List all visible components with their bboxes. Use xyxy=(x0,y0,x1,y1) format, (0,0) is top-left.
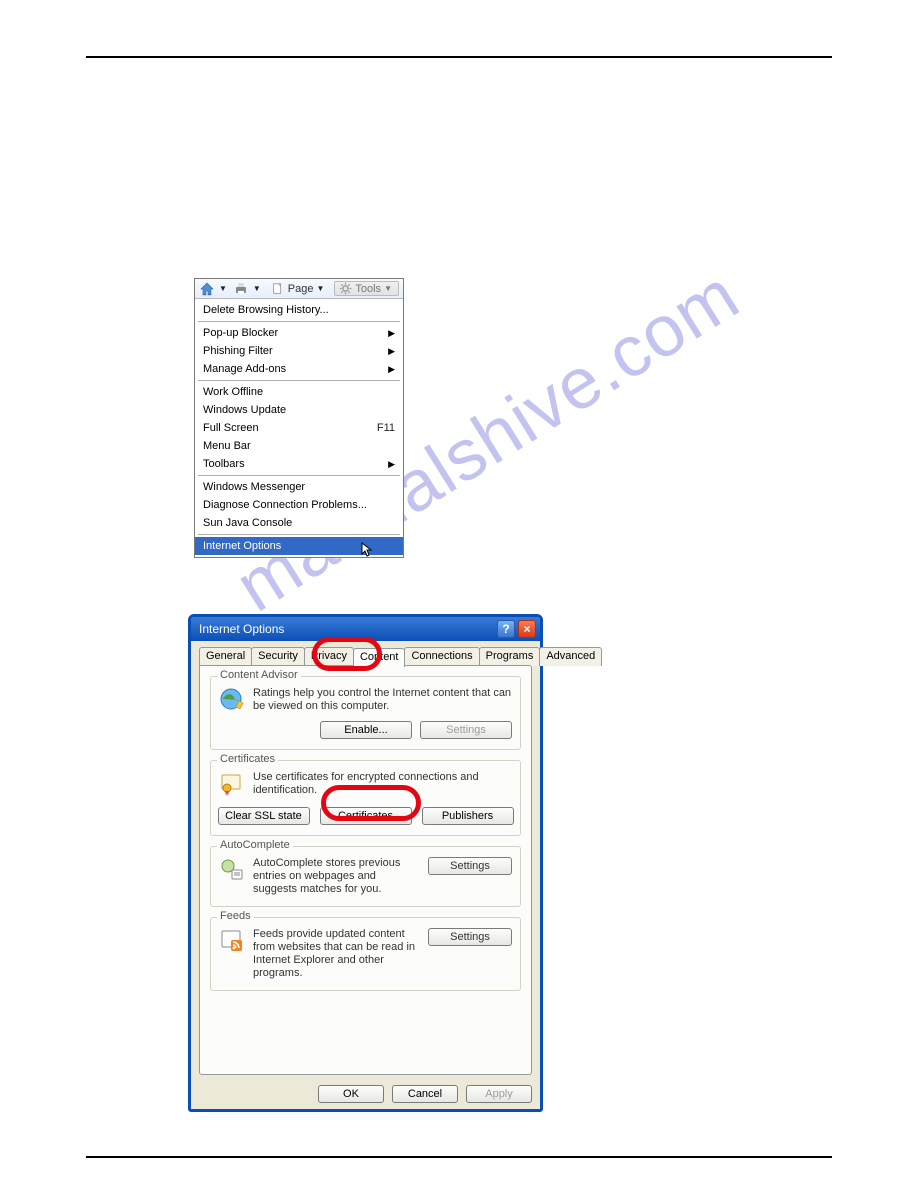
menu-item[interactable]: Diagnose Connection Problems... xyxy=(195,496,403,514)
menu-item[interactable]: Phishing Filter ▶ xyxy=(195,342,403,360)
page-button[interactable]: Page ▼ xyxy=(267,282,331,296)
tab-connections[interactable]: Connections xyxy=(404,647,479,666)
print-icon[interactable] xyxy=(233,281,249,297)
settings-button-disabled: Settings xyxy=(420,721,512,739)
tools-dropdown: Delete Browsing History... Pop-up Blocke… xyxy=(195,299,403,557)
group-text: Feeds provide updated content from websi… xyxy=(253,928,420,980)
menu-item-label: Windows Update xyxy=(203,403,286,417)
menu-item-label: Full Screen xyxy=(203,421,259,435)
menu-item-label: Windows Messenger xyxy=(203,480,305,494)
page-footer-rule xyxy=(86,1156,832,1158)
feeds-icon xyxy=(219,928,245,954)
menu-item-label: Manage Add-ons xyxy=(203,362,286,376)
group-certificates: Certificates Use certificates for encryp… xyxy=(210,760,521,836)
chevron-down-icon[interactable]: ▼ xyxy=(219,284,227,293)
menu-item-label: Diagnose Connection Problems... xyxy=(203,498,367,512)
settings-button[interactable]: Settings xyxy=(428,928,512,946)
certificates-button[interactable]: Certificates xyxy=(320,807,412,825)
tab-security[interactable]: Security xyxy=(251,647,305,666)
group-autocomplete: AutoComplete AutoComplete stores previou… xyxy=(210,846,521,907)
menu-item[interactable]: Windows Update xyxy=(195,401,403,419)
clear-ssl-button[interactable]: Clear SSL state xyxy=(218,807,310,825)
group-title: Certificates xyxy=(217,753,278,765)
tools-button[interactable]: Tools ▼ xyxy=(334,281,399,296)
menu-item-label: Delete Browsing History... xyxy=(203,303,329,317)
submenu-arrow-icon: ▶ xyxy=(388,344,395,358)
group-text: Use certificates for encrypted connectio… xyxy=(253,771,512,797)
menu-item[interactable]: Work Offline xyxy=(195,383,403,401)
menu-item-label: Pop-up Blocker xyxy=(203,326,278,340)
dialog-title: Internet Options xyxy=(199,622,284,636)
menu-item[interactable]: Windows Messenger xyxy=(195,478,403,496)
home-icon[interactable] xyxy=(199,281,215,297)
menu-item-label: Phishing Filter xyxy=(203,344,273,358)
close-button[interactable]: × xyxy=(518,620,536,638)
menu-item-label: Sun Java Console xyxy=(203,516,292,530)
menu-item-label: Toolbars xyxy=(203,457,245,471)
cursor-pointer-icon xyxy=(361,542,375,558)
menu-item[interactable]: Menu Bar xyxy=(195,437,403,455)
menu-item[interactable]: Sun Java Console xyxy=(195,514,403,532)
tab-privacy[interactable]: Privacy xyxy=(304,647,354,666)
enable-button[interactable]: Enable... xyxy=(320,721,412,739)
page-label: Page xyxy=(288,283,314,295)
group-content-advisor: Content Advisor Ratings help you control… xyxy=(210,676,521,750)
cancel-button[interactable]: Cancel xyxy=(392,1085,458,1103)
menu-item[interactable]: Full Screen F11 xyxy=(195,419,403,437)
help-button[interactable]: ? xyxy=(497,620,515,638)
menu-item[interactable]: Toolbars ▶ xyxy=(195,455,403,473)
ie-toolbar: ▼ ▼ Page ▼ Tools ▼ xyxy=(195,279,403,299)
publishers-button[interactable]: Publishers xyxy=(422,807,514,825)
group-feeds: Feeds Feeds provide updated content from… xyxy=(210,917,521,991)
submenu-arrow-icon: ▶ xyxy=(388,362,395,376)
dialog-footer: OK Cancel Apply xyxy=(191,1085,540,1103)
tab-general[interactable]: General xyxy=(199,647,252,666)
dialog-titlebar: Internet Options ? × xyxy=(191,617,540,641)
tab-programs[interactable]: Programs xyxy=(479,647,541,666)
settings-button[interactable]: Settings xyxy=(428,857,512,875)
menu-shortcut: F11 xyxy=(377,421,395,435)
tools-label: Tools xyxy=(355,283,381,295)
group-text: AutoComplete stores previous entries on … xyxy=(253,857,420,896)
apply-button-disabled: Apply xyxy=(466,1085,532,1103)
tab-panel: Content Advisor Ratings help you control… xyxy=(199,665,532,1075)
menu-item-label: Work Offline xyxy=(203,385,263,399)
group-title: Content Advisor xyxy=(217,669,301,681)
menu-item[interactable]: Pop-up Blocker ▶ xyxy=(195,324,403,342)
tab-advanced[interactable]: Advanced xyxy=(539,647,602,666)
group-text: Ratings help you control the Internet co… xyxy=(253,687,512,713)
page-header-rule xyxy=(86,56,832,58)
tab-content[interactable]: Content xyxy=(353,648,406,667)
internet-options-dialog: Internet Options ? × General Security Pr… xyxy=(188,614,543,1112)
autocomplete-icon xyxy=(219,857,245,883)
menu-item-label: Menu Bar xyxy=(203,439,251,453)
ok-button[interactable]: OK xyxy=(318,1085,384,1103)
menu-item[interactable]: Delete Browsing History... xyxy=(195,301,403,319)
submenu-arrow-icon: ▶ xyxy=(388,326,395,340)
group-title: Feeds xyxy=(217,910,254,922)
certificate-icon xyxy=(219,771,245,797)
group-title: AutoComplete xyxy=(217,839,293,851)
submenu-arrow-icon: ▶ xyxy=(388,457,395,471)
tools-menu-figure: ▼ ▼ Page ▼ Tools ▼ Delete Browsing Histo… xyxy=(194,278,404,558)
menu-item-label: Internet Options xyxy=(203,539,281,553)
globe-icon xyxy=(219,687,245,713)
menu-item[interactable]: Manage Add-ons ▶ xyxy=(195,360,403,378)
chevron-down-icon[interactable]: ▼ xyxy=(253,284,261,293)
tab-strip: General Security Privacy Content Connect… xyxy=(199,647,532,666)
